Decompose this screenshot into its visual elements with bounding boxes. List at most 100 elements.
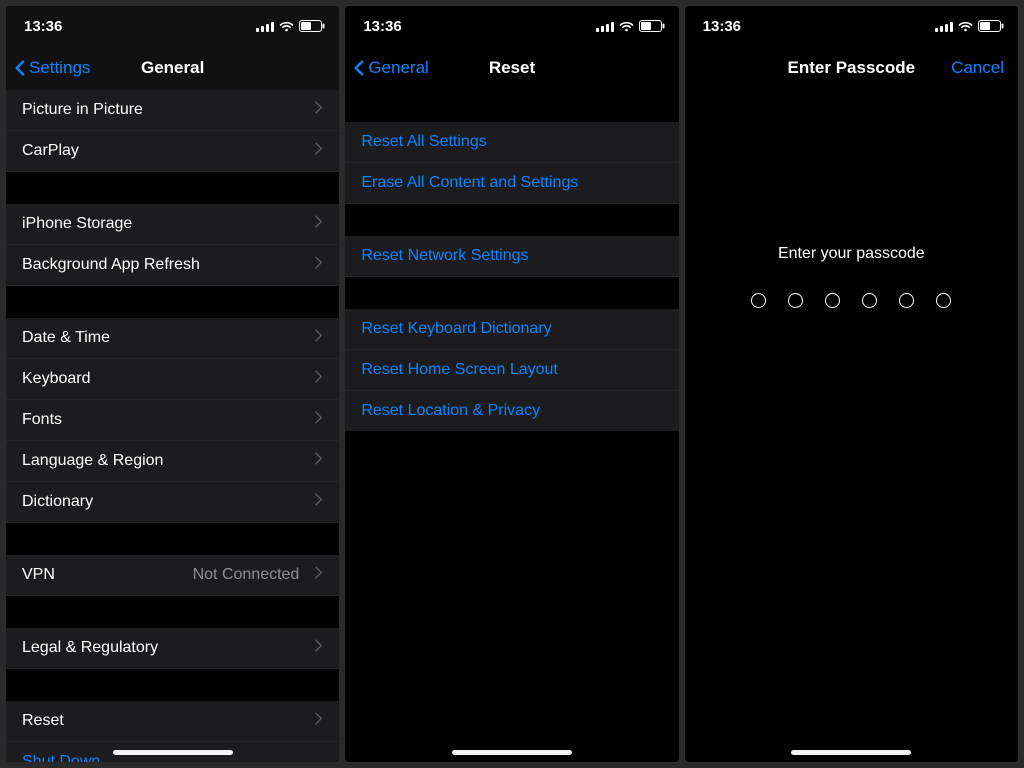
signal-icon bbox=[935, 21, 953, 32]
passcode-dots[interactable] bbox=[751, 293, 951, 308]
home-indicator[interactable] bbox=[452, 750, 572, 755]
passcode-prompt: Enter your passcode bbox=[778, 245, 925, 263]
settings-list: Picture in Picture CarPlay iPhone Storag… bbox=[6, 90, 339, 762]
setting-label: Dictionary bbox=[22, 493, 93, 511]
status-bar: 13:36 bbox=[685, 6, 1018, 46]
setting-label: iPhone Storage bbox=[22, 215, 132, 233]
setting-carplay[interactable]: CarPlay bbox=[6, 131, 339, 172]
wifi-icon bbox=[279, 21, 294, 32]
group-gap bbox=[6, 669, 339, 701]
chevron-right-icon bbox=[313, 98, 325, 123]
page-title: General bbox=[141, 58, 204, 78]
battery-icon bbox=[639, 20, 665, 32]
status-time: 13:36 bbox=[363, 18, 401, 35]
group-gap bbox=[345, 277, 678, 309]
reset-network-settings[interactable]: Reset Network Settings bbox=[345, 236, 678, 277]
page-title: Reset bbox=[489, 58, 535, 78]
cancel-label: Cancel bbox=[951, 58, 1004, 78]
setting-label: Reset bbox=[22, 712, 64, 730]
reset-location-privacy[interactable]: Reset Location & Privacy bbox=[345, 391, 678, 431]
reset-all-settings[interactable]: Reset All Settings bbox=[345, 122, 678, 163]
status-time: 13:36 bbox=[24, 18, 62, 35]
chevron-right-icon bbox=[313, 449, 325, 474]
nav-bar: Settings General bbox=[6, 46, 339, 90]
home-indicator[interactable] bbox=[113, 750, 233, 755]
setting-label: Erase All Content and Settings bbox=[361, 174, 578, 192]
chevron-right-icon bbox=[313, 709, 325, 734]
passcode-dot bbox=[825, 293, 840, 308]
setting-label: Reset Home Screen Layout bbox=[361, 361, 558, 379]
screen-passcode: 13:36 Enter Passcode Cancel Enter your p… bbox=[685, 6, 1018, 762]
passcode-dot bbox=[862, 293, 877, 308]
reset-list: Reset All Settings Erase All Content and… bbox=[345, 90, 678, 762]
setting-keyboard[interactable]: Keyboard bbox=[6, 359, 339, 400]
back-button[interactable]: General bbox=[351, 46, 428, 90]
passcode-dot bbox=[899, 293, 914, 308]
erase-all-content[interactable]: Erase All Content and Settings bbox=[345, 163, 678, 204]
setting-label: Keyboard bbox=[22, 370, 91, 388]
chevron-right-icon bbox=[313, 563, 325, 588]
passcode-dot bbox=[751, 293, 766, 308]
setting-background-app-refresh[interactable]: Background App Refresh bbox=[6, 245, 339, 286]
chevron-right-icon bbox=[313, 253, 325, 278]
setting-iphone-storage[interactable]: iPhone Storage bbox=[6, 204, 339, 245]
setting-language-region[interactable]: Language & Region bbox=[6, 441, 339, 482]
setting-label: Reset Keyboard Dictionary bbox=[361, 320, 551, 338]
setting-label: CarPlay bbox=[22, 142, 79, 160]
home-indicator[interactable] bbox=[791, 750, 911, 755]
group-gap bbox=[345, 204, 678, 236]
signal-icon bbox=[256, 21, 274, 32]
wifi-icon bbox=[958, 21, 973, 32]
setting-picture-in-picture[interactable]: Picture in Picture bbox=[6, 90, 339, 131]
setting-value: Not Connected bbox=[193, 566, 304, 584]
setting-label: VPN bbox=[22, 566, 55, 584]
group-gap bbox=[6, 523, 339, 555]
passcode-dot bbox=[936, 293, 951, 308]
group-gap bbox=[6, 596, 339, 628]
nav-bar: Enter Passcode Cancel bbox=[685, 46, 1018, 90]
group-gap bbox=[345, 90, 678, 122]
screen-general: 13:36 Settings General Picture in Pictur… bbox=[6, 6, 339, 762]
chevron-right-icon bbox=[313, 490, 325, 515]
setting-vpn[interactable]: VPN Not Connected bbox=[6, 555, 339, 596]
group-gap bbox=[6, 172, 339, 204]
wifi-icon bbox=[619, 21, 634, 32]
reset-home-screen-layout[interactable]: Reset Home Screen Layout bbox=[345, 350, 678, 391]
status-time: 13:36 bbox=[703, 18, 741, 35]
chevron-right-icon bbox=[313, 408, 325, 433]
status-bar: 13:36 bbox=[6, 6, 339, 46]
setting-label: Reset Location & Privacy bbox=[361, 402, 540, 420]
back-button[interactable]: Settings bbox=[12, 46, 90, 90]
passcode-area: Enter your passcode bbox=[685, 90, 1018, 762]
setting-label: Shut Down bbox=[22, 753, 100, 762]
nav-bar: General Reset bbox=[345, 46, 678, 90]
back-label: Settings bbox=[29, 58, 90, 78]
chevron-right-icon bbox=[313, 212, 325, 237]
setting-label: Picture in Picture bbox=[22, 101, 143, 119]
cancel-button[interactable]: Cancel bbox=[951, 46, 1004, 90]
setting-label: Legal & Regulatory bbox=[22, 639, 158, 657]
setting-date-time[interactable]: Date & Time bbox=[6, 318, 339, 359]
battery-icon bbox=[978, 20, 1004, 32]
setting-reset[interactable]: Reset bbox=[6, 701, 339, 742]
chevron-right-icon bbox=[313, 367, 325, 392]
setting-dictionary[interactable]: Dictionary bbox=[6, 482, 339, 523]
setting-label: Fonts bbox=[22, 411, 62, 429]
setting-label: Language & Region bbox=[22, 452, 163, 470]
status-bar: 13:36 bbox=[345, 6, 678, 46]
setting-label: Date & Time bbox=[22, 329, 110, 347]
setting-legal-regulatory[interactable]: Legal & Regulatory bbox=[6, 628, 339, 669]
chevron-right-icon bbox=[313, 139, 325, 164]
setting-fonts[interactable]: Fonts bbox=[6, 400, 339, 441]
group-gap bbox=[6, 286, 339, 318]
setting-label: Reset All Settings bbox=[361, 133, 486, 151]
status-icons bbox=[256, 20, 325, 32]
passcode-dot bbox=[788, 293, 803, 308]
reset-keyboard-dictionary[interactable]: Reset Keyboard Dictionary bbox=[345, 309, 678, 350]
chevron-right-icon bbox=[313, 636, 325, 661]
back-label: General bbox=[368, 58, 428, 78]
page-title: Enter Passcode bbox=[788, 58, 916, 78]
setting-label: Background App Refresh bbox=[22, 256, 200, 274]
status-icons bbox=[596, 20, 665, 32]
setting-label: Reset Network Settings bbox=[361, 247, 528, 265]
